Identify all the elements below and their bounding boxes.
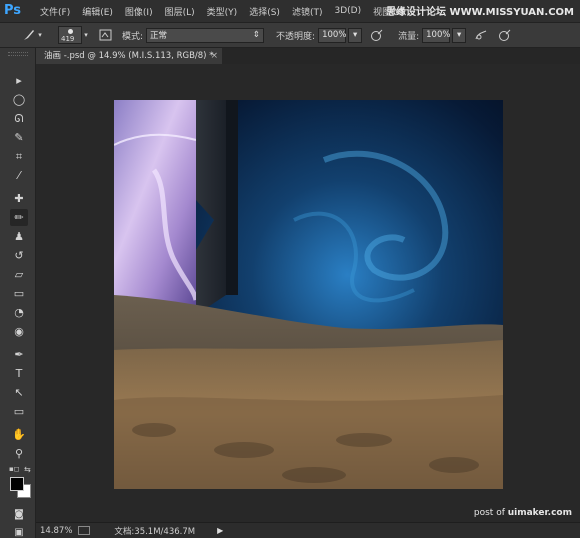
quick-select-tool-icon[interactable]: ✎ <box>10 129 28 146</box>
crop-tool-icon[interactable]: ⌗ <box>10 148 28 165</box>
lasso-tool-icon[interactable]: ᘏ <box>10 110 28 127</box>
document-size: 文档:35.1M/436.7M <box>114 526 196 537</box>
tool-preset-dropdown-icon[interactable]: ▾ <box>36 28 44 42</box>
status-bar: 14.87% 文档:35.1M/436.7M ▶ <box>36 522 580 538</box>
healing-tool-icon[interactable]: ✚ <box>10 190 28 207</box>
blur-tool-icon[interactable]: ◔ <box>10 304 28 321</box>
flow-label: 流量: <box>398 31 420 42</box>
eyedropper-tool-icon[interactable]: ⁄ <box>10 167 28 184</box>
opacity-input[interactable]: 100% <box>318 27 347 43</box>
shape-tool-icon[interactable]: ▭ <box>10 403 28 420</box>
options-bar: ▾ 419 ▾ 模式: 正常 ⇕ 不透明度: 100% ▾ 流量: 100% ▾ <box>0 22 580 48</box>
hand-tool-icon[interactable]: ✋ <box>10 426 28 443</box>
flow-value: 100% <box>426 30 451 40</box>
brush-tool-icon[interactable]: ✏ <box>10 209 28 226</box>
flow-input[interactable]: 100% <box>422 27 451 43</box>
screen-mode-icon[interactable]: ▣ <box>10 524 28 538</box>
credit-prefix: post of <box>473 508 508 518</box>
credit-watermark: post of uimaker.com <box>474 508 572 518</box>
zoom-tool-icon[interactable]: ⚲ <box>10 445 28 462</box>
status-info-icon[interactable] <box>78 526 91 535</box>
brush-icon[interactable] <box>22 28 36 42</box>
type-tool-icon[interactable]: T <box>10 365 28 382</box>
toolbox-grip[interactable] <box>8 52 28 56</box>
eraser-tool-icon[interactable]: ▱ <box>10 266 28 283</box>
canvas-artwork <box>114 100 503 489</box>
pressure-opacity-icon[interactable] <box>370 28 384 42</box>
brush-preset-picker[interactable]: 419 <box>58 26 82 44</box>
menu-3d[interactable]: 3D(D) <box>334 6 361 16</box>
foreground-color-swatch[interactable] <box>10 477 24 491</box>
photoshop-logo: Ps <box>4 3 22 18</box>
swap-colors-icon[interactable]: ⇆ <box>24 465 31 474</box>
clone-stamp-tool-icon[interactable]: ♟ <box>10 228 28 245</box>
menu-layer[interactable]: 图层(L) <box>165 5 195 18</box>
mode-value: 正常 <box>150 31 168 41</box>
credit-site: uimaker.com <box>507 508 572 518</box>
opacity-dropdown-icon: ▾ <box>352 30 358 40</box>
document-tab-strip: 油画 -.psd @ 14.9% (M.I.S.113, RGB/8) * × <box>36 48 580 64</box>
pen-tool-icon[interactable]: ✒ <box>10 346 28 363</box>
document-canvas[interactable] <box>114 100 503 489</box>
zoom-level[interactable]: 14.87% <box>40 526 72 536</box>
toolbox: ▸ ◯ ᘏ ✎ ⌗ ⁄ ✚ ✏ ♟ ↺ ▱ ▭ ◔ ◉ ✒ T ↖ ▭ ✋ ⚲ ▪◻ ⇆ ◙ ▣ <box>0 48 36 538</box>
brush-panel-toggle-icon[interactable] <box>98 28 112 42</box>
status-menu-arrow-icon[interactable]: ▶ <box>217 526 223 535</box>
gradient-tool-icon[interactable]: ▭ <box>10 285 28 302</box>
dodge-tool-icon[interactable]: ◉ <box>10 323 28 340</box>
brush-tip-icon <box>68 29 73 34</box>
menu-image[interactable]: 图像(I) <box>125 5 153 18</box>
mode-select-chevron-icon: ⇕ <box>252 30 261 40</box>
close-tab-icon[interactable]: × <box>210 48 218 64</box>
opacity-label: 不透明度: <box>276 31 316 42</box>
menu-bar: Ps 文件(F) 编辑(E) 图像(I) 图层(L) 类型(Y) 选择(S) 滤… <box>0 0 580 22</box>
workspace <box>36 64 580 522</box>
document-tab[interactable]: 油画 -.psd @ 14.9% (M.I.S.113, RGB/8) * × <box>36 48 222 64</box>
mode-label: 模式: <box>122 31 144 42</box>
flow-dropdown[interactable]: ▾ <box>452 27 467 43</box>
quick-mask-icon[interactable]: ◙ <box>10 506 28 523</box>
brush-size-value: 419 <box>61 35 75 43</box>
marquee-tool-icon[interactable]: ◯ <box>10 91 28 108</box>
default-colors-icon[interactable]: ▪◻ <box>9 465 20 473</box>
site-watermark: 思缘设计论坛 WWW.MISSYUAN.COM <box>386 7 574 18</box>
menu-edit[interactable]: 编辑(E) <box>82 5 113 18</box>
brush-dropdown-icon[interactable]: ▾ <box>82 28 90 42</box>
menu-filter[interactable]: 滤镜(T) <box>292 5 323 18</box>
flow-dropdown-icon: ▾ <box>457 30 462 40</box>
menu-select[interactable]: 选择(S) <box>249 5 280 18</box>
path-select-tool-icon[interactable]: ↖ <box>10 384 28 401</box>
document-tab-title: 油画 -.psd @ 14.9% (M.I.S.113, RGB/8) * <box>44 51 214 61</box>
menu-file[interactable]: 文件(F) <box>40 5 70 18</box>
opacity-dropdown[interactable]: ▾ <box>348 27 363 43</box>
opacity-value: 100% <box>322 30 347 40</box>
pressure-size-icon[interactable] <box>498 28 512 42</box>
mode-select[interactable]: 正常 ⇕ <box>146 27 265 43</box>
move-tool-icon[interactable]: ▸ <box>10 72 28 89</box>
history-brush-tool-icon[interactable]: ↺ <box>10 247 28 264</box>
menu-type[interactable]: 类型(Y) <box>207 5 238 18</box>
airbrush-icon[interactable] <box>474 28 488 42</box>
